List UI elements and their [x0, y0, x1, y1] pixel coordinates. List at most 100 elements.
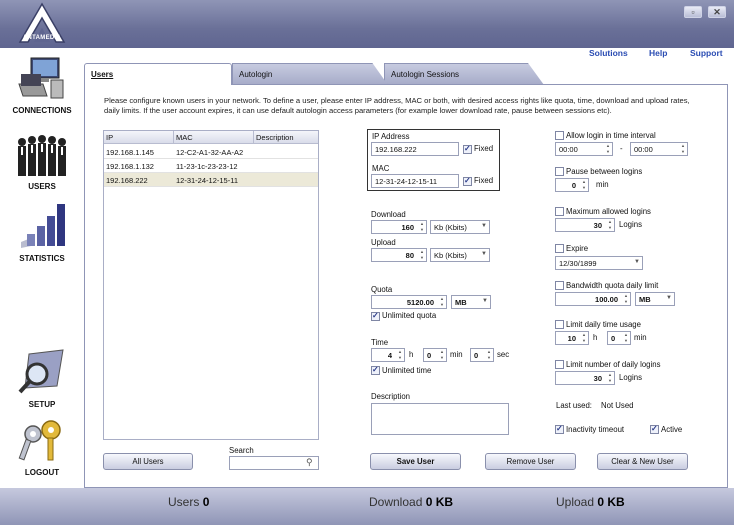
logo-text: ANTAMEDIA	[22, 35, 62, 41]
column-header-description[interactable]: Description	[254, 131, 318, 144]
mac-fixed-checkbox[interactable]	[463, 176, 472, 186]
column-header-mac[interactable]: MAC	[174, 131, 254, 144]
download-value: 160	[401, 223, 414, 232]
bandwidth-checkbox[interactable]	[555, 281, 564, 290]
mac-input[interactable]: 12-31-24-12-15-11	[371, 174, 459, 188]
download-total-label: Download	[369, 495, 423, 509]
sidebar-item-users[interactable]: USERS	[2, 134, 82, 191]
daily-time-minutes-value: 0	[611, 334, 616, 343]
quota-unit-value: MB	[455, 298, 467, 307]
pause-checkbox[interactable]	[555, 167, 564, 176]
spin-icon[interactable]: ▲ ▼	[418, 221, 426, 233]
expire-value: 12/30/1899	[559, 259, 597, 268]
users-count-label: Users	[168, 495, 200, 509]
ip-fixed-checkbox[interactable]	[463, 144, 472, 154]
unlimited-quota-checkbox[interactable]	[371, 311, 380, 321]
allow-from-time[interactable]: 00:00 ▲ ▼	[555, 142, 613, 156]
mac-label: MAC	[372, 164, 390, 173]
spin-icon[interactable]: ▲ ▼	[604, 143, 612, 155]
users-table[interactable]: IP MAC Description 192.168.1.145 12-C2-A…	[103, 130, 319, 440]
unlimited-time-label: Unlimited time	[382, 366, 432, 375]
active-checkbox[interactable]	[650, 424, 659, 434]
daily-minutes-unit: min	[634, 333, 647, 342]
spin-icon[interactable]: ▲ ▼	[606, 219, 614, 231]
sidebar-item-label: LOGOUT	[24, 468, 60, 477]
unlimited-time-checkbox[interactable]	[371, 365, 380, 375]
spin-icon[interactable]: ▲ ▼	[622, 293, 630, 305]
all-users-button[interactable]: All Users	[103, 453, 193, 470]
inactivity-timeout-checkbox[interactable]	[555, 424, 564, 434]
pause-stepper[interactable]: 0 ▲ ▼	[555, 178, 589, 192]
spin-icon[interactable]: ▲ ▼	[396, 349, 404, 361]
seconds-unit: sec	[497, 350, 510, 359]
help-link[interactable]: Help	[649, 48, 667, 58]
pause-unit: min	[596, 180, 609, 189]
tab-autologin[interactable]: Autologin	[232, 63, 388, 85]
bandwidth-stepper[interactable]: 100.00 ▲ ▼	[555, 292, 631, 306]
spin-icon[interactable]: ▲ ▼	[679, 143, 687, 155]
max-logins-stepper[interactable]: 30 ▲ ▼	[555, 218, 615, 232]
time-seconds-stepper[interactable]: 0 ▲ ▼	[470, 348, 494, 362]
description-textarea[interactable]	[371, 403, 509, 435]
clear-new-user-button[interactable]: Clear & New User	[597, 453, 688, 470]
mac-fixed-label: Fixed	[474, 176, 494, 185]
download-total: Download 0 KB	[369, 495, 453, 509]
column-header-ip[interactable]: IP	[104, 131, 174, 144]
table-row[interactable]: 192.168.1.145 12-C2-A1-32-AA-A2	[104, 145, 318, 159]
expire-checkbox[interactable]	[555, 244, 564, 253]
ip-address-input[interactable]: 192.168.222	[371, 142, 459, 156]
allow-login-checkbox[interactable]	[555, 131, 564, 140]
spin-icon[interactable]: ▲ ▼	[485, 349, 493, 361]
tab-autologin-sessions[interactable]: Autologin Sessions	[384, 63, 544, 85]
tab-users[interactable]: Users	[84, 63, 232, 85]
search-label: Search	[229, 446, 254, 455]
spin-icon[interactable]: ▲ ▼	[418, 249, 426, 261]
download-stepper[interactable]: 160 ▲ ▼	[371, 220, 427, 234]
spin-icon[interactable]: ▲ ▼	[438, 296, 446, 308]
upload-total-label: Upload	[556, 495, 595, 509]
spin-icon[interactable]: ▲ ▼	[580, 179, 588, 191]
expire-date-picker[interactable]: 12/30/1899 ▼	[555, 256, 643, 270]
time-hours-stepper[interactable]: 4 ▲ ▼	[371, 348, 405, 362]
quota-label: Quota	[371, 285, 393, 294]
time-minutes-stepper[interactable]: 0 ▲ ▼	[423, 348, 447, 362]
sidebar-item-connections[interactable]: CONNECTIONS	[2, 56, 82, 115]
sidebar-item-logout[interactable]: LOGOUT	[2, 418, 82, 477]
spin-icon[interactable]: ▲ ▼	[606, 372, 614, 384]
daily-time-hours-stepper[interactable]: 10 ▲ ▼	[555, 331, 589, 345]
chevron-down-icon: ▼	[666, 295, 672, 301]
spin-icon[interactable]: ▲ ▼	[622, 332, 630, 344]
table-row[interactable]: 192.168.1.132 11-23-1c-23-23-12	[104, 159, 318, 173]
chevron-down-icon: ▼	[482, 298, 488, 304]
quota-stepper[interactable]: 5120.00 ▲ ▼	[371, 295, 447, 309]
restore-icon[interactable]: ▫	[684, 6, 702, 18]
pause-value: 0	[571, 181, 576, 190]
search-icon[interactable]: ⚲	[306, 457, 313, 468]
solutions-link[interactable]: Solutions	[589, 48, 628, 58]
table-row[interactable]: 192.168.222 12-31-24-12-15-11	[104, 173, 318, 187]
daily-logins-stepper[interactable]: 30 ▲ ▼	[555, 371, 615, 385]
download-unit-select[interactable]: Kb (Kbits) ▼	[430, 220, 490, 234]
pause-label: Pause between logins	[566, 167, 643, 176]
support-link[interactable]: Support	[690, 48, 723, 58]
daily-time-minutes-stepper[interactable]: 0 ▲ ▼	[607, 331, 631, 345]
upload-unit-select[interactable]: Kb (Kbits) ▼	[430, 248, 490, 262]
sidebar-item-setup[interactable]: SETUP	[2, 348, 82, 409]
spin-icon[interactable]: ▲ ▼	[438, 349, 446, 361]
daily-logins-checkbox[interactable]	[555, 360, 564, 369]
allow-to-time[interactable]: 00:00 ▲ ▼	[630, 142, 688, 156]
max-logins-checkbox[interactable]	[555, 207, 564, 216]
bandwidth-unit-select[interactable]: MB ▼	[635, 292, 675, 306]
sidebar-item-statistics[interactable]: STATISTICS	[2, 202, 82, 263]
quota-unit-select[interactable]: MB ▼	[451, 295, 491, 309]
upload-stepper[interactable]: 80 ▲ ▼	[371, 248, 427, 262]
remove-user-button[interactable]: Remove User	[485, 453, 576, 470]
daily-time-hours-value: 10	[567, 334, 576, 343]
daily-time-checkbox[interactable]	[555, 320, 564, 329]
close-icon[interactable]: ✕	[708, 6, 726, 18]
last-used-label: Last used:	[556, 401, 592, 410]
max-logins-unit: Logins	[619, 220, 642, 229]
time-minutes-value: 0	[427, 351, 432, 360]
save-user-button[interactable]: Save User	[370, 453, 461, 470]
spin-icon[interactable]: ▲ ▼	[580, 332, 588, 344]
